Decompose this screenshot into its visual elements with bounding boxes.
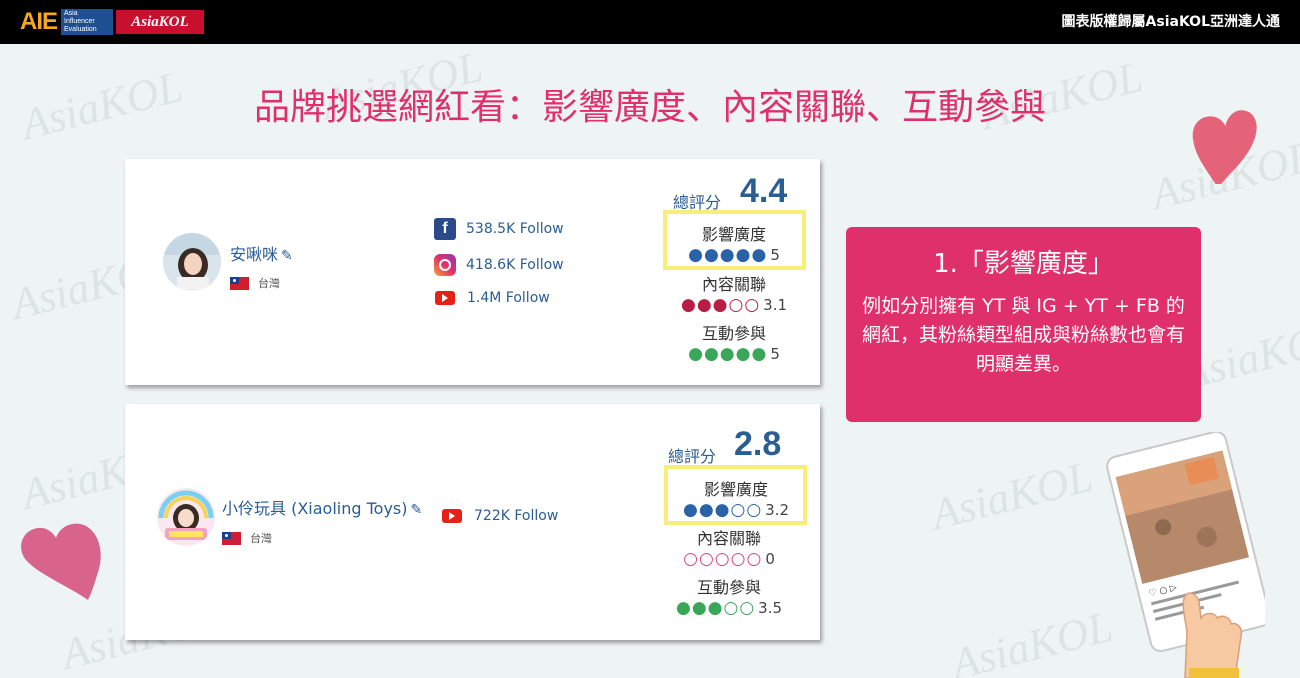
- rating-value: 3.5: [758, 599, 783, 617]
- heart-icon: [21, 523, 101, 600]
- avatar[interactable]: [157, 488, 215, 546]
- aie-logo: AIE Asia Influencer Evaluation: [20, 8, 114, 35]
- influencer-name-text: 安啾咪: [230, 245, 279, 264]
- phone-illustration: ♡ ○ ▷: [1106, 432, 1265, 678]
- engagement-rating: ●●●○○ 3.5: [659, 598, 799, 618]
- edit-icon[interactable]: ✎: [281, 248, 293, 264]
- total-score-label: 總評分: [668, 447, 717, 466]
- instagram-icon: [434, 254, 456, 276]
- influencer-name[interactable]: 小伶玩具 (Xiaoling Toys) ✎: [222, 495, 422, 519]
- social-youtube[interactable]: 1.4M Follow: [434, 290, 550, 306]
- social-instagram[interactable]: 418.6K Follow: [434, 254, 564, 276]
- facebook-icon: f: [434, 218, 456, 240]
- info-box: 1.「影響廣度」 例如分別擁有 YT 與 IG + YT + FB 的網紅，其粉…: [846, 227, 1201, 422]
- engagement-label: 互動參與: [696, 578, 761, 597]
- relevance-label: 內容關聯: [701, 275, 766, 294]
- relevance-label: 內容關聯: [696, 529, 761, 548]
- influencer-card: 安啾咪 ✎ 台灣 f 538.5K Follow 418.6K Follow 1.…: [125, 159, 820, 385]
- info-heading: 1.「影響廣度」: [933, 249, 1114, 279]
- copyright-text: 圖表版權歸屬AsiaKOL亞洲達人通: [1061, 14, 1280, 30]
- top-bar: AIE Asia Influencer Evaluation AsiaKOL 圖…: [0, 0, 1300, 44]
- influence-label: 影響廣度: [701, 225, 766, 244]
- rating-dots: ○○○○○: [683, 549, 763, 569]
- rating-dots: ●●●○○: [680, 295, 761, 315]
- rating-dots: ●●●●●: [688, 344, 768, 364]
- aie-logo-text: AIE: [20, 8, 58, 35]
- youtube-icon: [442, 509, 462, 523]
- country-label: 台灣: [250, 532, 272, 545]
- edit-icon[interactable]: ✎: [411, 502, 423, 518]
- rating-dots: ●●●○○: [682, 500, 763, 520]
- total-score-value: 4.4: [740, 172, 788, 210]
- influencer-card: 小伶玩具 (Xiaoling Toys) ✎ 台灣 722K Follow 總評分…: [125, 404, 820, 640]
- engagement-label: 互動參與: [701, 324, 766, 343]
- youtube-followers: 1.4M Follow: [467, 290, 550, 306]
- rating-value: 5: [770, 246, 780, 264]
- facebook-followers: 538.5K Follow: [466, 221, 564, 237]
- rating-value: 0: [765, 550, 775, 568]
- rating-dots: ●●●●●: [688, 245, 768, 265]
- total-score-value: 2.8: [734, 425, 782, 463]
- instagram-followers: 418.6K Follow: [466, 257, 564, 273]
- relevance-rating: ●●●○○ 3.1: [664, 295, 804, 315]
- youtube-icon: [435, 291, 455, 305]
- relevance-rating: ○○○○○ 0: [659, 549, 799, 569]
- country-label: 台灣: [258, 277, 280, 290]
- heart-icon: [1192, 110, 1257, 184]
- avatar[interactable]: [163, 233, 221, 291]
- country: 台灣: [222, 530, 272, 546]
- rating-dots: ●●●○○: [675, 598, 756, 618]
- watermark: AsiaKOL: [926, 451, 1098, 540]
- rating-value: 3.2: [765, 501, 790, 519]
- rating-value: 5: [770, 345, 780, 363]
- watermark: AsiaKOL: [946, 601, 1118, 678]
- taiwan-flag-icon: [230, 276, 249, 290]
- info-body: 例如分別擁有 YT 與 IG + YT + FB 的網紅，其粉絲類型組成與粉絲數…: [861, 295, 1185, 375]
- taiwan-flag-icon: [222, 531, 241, 545]
- influence-rating: ●●●●● 5: [664, 245, 804, 265]
- asiakol-logo: AsiaKOL: [116, 10, 204, 34]
- social-facebook[interactable]: f 538.5K Follow: [434, 218, 564, 240]
- aie-logo-subtitle: Asia Influencer Evaluation: [61, 9, 114, 35]
- influence-rating: ●●●○○ 3.2: [666, 500, 806, 520]
- influencer-name-text: 小伶玩具 (Xiaoling Toys): [222, 499, 408, 518]
- youtube-followers: 722K Follow: [474, 508, 559, 524]
- influencer-name[interactable]: 安啾咪 ✎: [230, 241, 293, 265]
- page-title: 品牌挑選網紅看：影響廣度、內容關聯、互動參與: [253, 87, 1046, 128]
- social-youtube[interactable]: 722K Follow: [441, 508, 558, 524]
- country: 台灣: [230, 275, 280, 291]
- rating-value: 3.1: [763, 296, 788, 314]
- influence-label: 影響廣度: [703, 480, 768, 499]
- engagement-rating: ●●●●● 5: [664, 344, 804, 364]
